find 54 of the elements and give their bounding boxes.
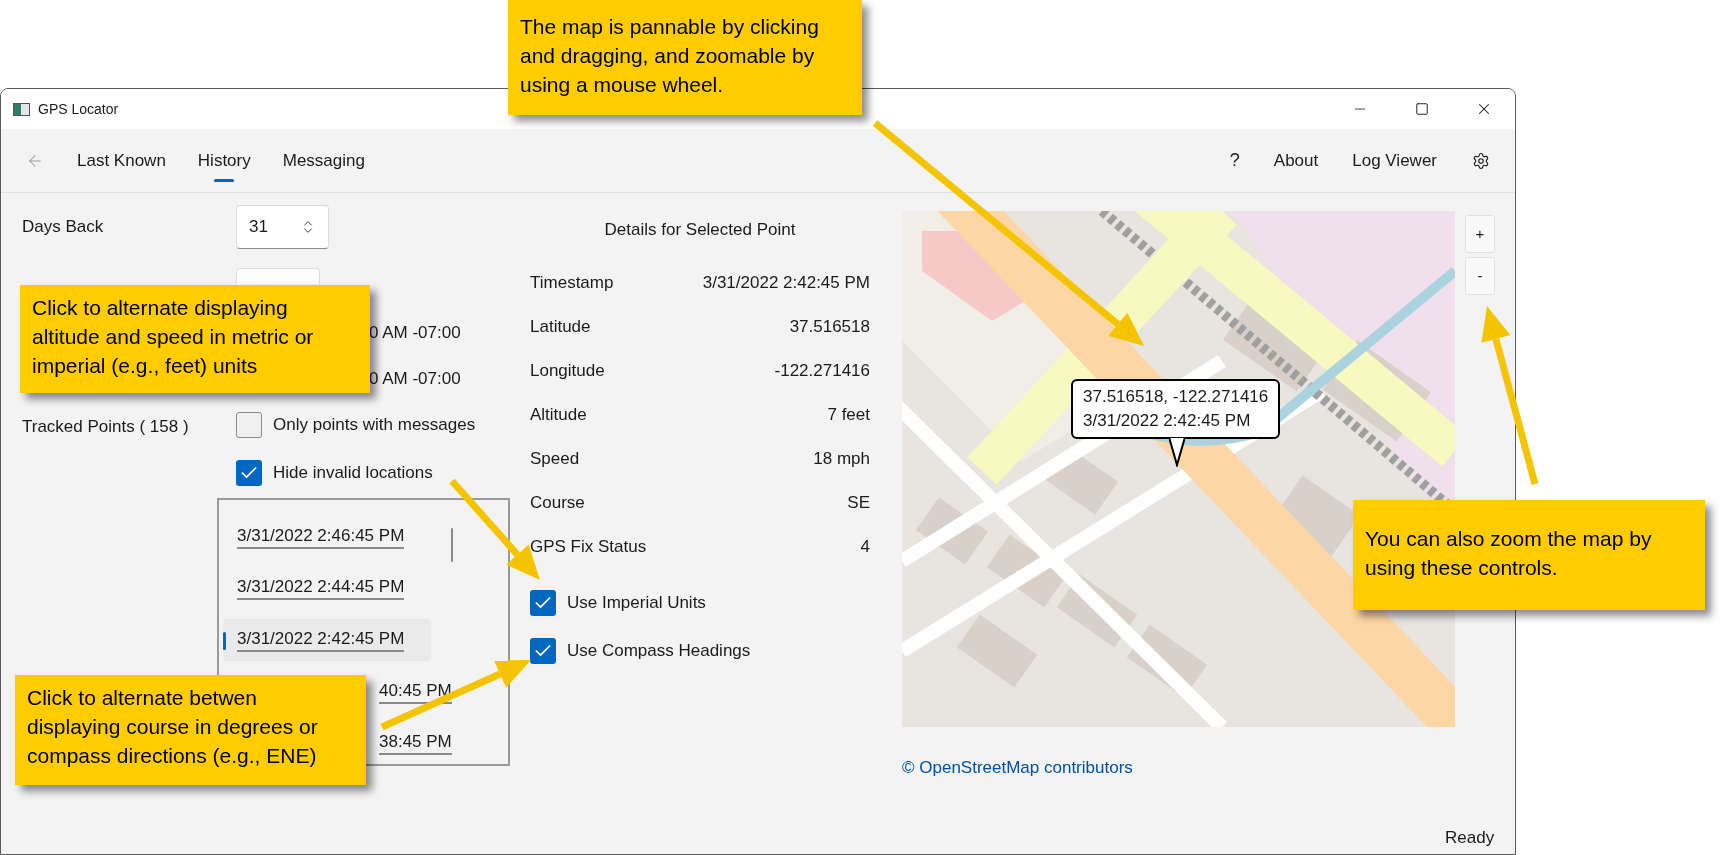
point-item[interactable]: 40:45 PM bbox=[373, 670, 458, 713]
detail-value: SE bbox=[847, 491, 870, 514]
detail-value: 37.516518 bbox=[789, 315, 870, 338]
detail-value: 7 feet bbox=[827, 403, 870, 426]
callout-note: You can also zoom the map by using these controls. bbox=[1353, 500, 1705, 610]
callout-note: The map is pannable by clicking and dragging, and zoomable by using a mouse wheel. bbox=[508, 0, 862, 115]
days-back-spinner[interactable]: 31 bbox=[236, 205, 329, 249]
checkbox[interactable] bbox=[530, 589, 556, 616]
callout-note: Click to alternate betwen displaying course in degrees or compass directions (e.g., ENE) bbox=[15, 675, 366, 785]
settings-icon[interactable] bbox=[1472, 151, 1490, 170]
nav-tab[interactable]: Last Known bbox=[67, 135, 176, 186]
nav-link[interactable]: About bbox=[1263, 140, 1329, 181]
nav-tab[interactable]: History bbox=[187, 135, 261, 186]
detail-label: Longitude bbox=[530, 359, 605, 382]
tooltip-line: 37.516518, -122.271416 bbox=[1083, 386, 1269, 408]
point-item[interactable]: 38:45 PM bbox=[373, 722, 458, 764]
detail-value: 18 mph bbox=[813, 447, 870, 470]
detail-value: -122.271416 bbox=[774, 359, 870, 382]
maximize-icon[interactable] bbox=[1415, 102, 1429, 116]
nav-link[interactable]: Log Viewer bbox=[1342, 140, 1447, 181]
checkbox[interactable] bbox=[530, 637, 556, 664]
days-back-label: Days Back bbox=[22, 216, 105, 239]
point-item[interactable]: 3/31/2022 2:44:45 PM bbox=[223, 567, 431, 610]
map-attribution[interactable]: © OpenStreetMap contributors bbox=[902, 755, 1495, 781]
option-label: Use Compass Headings bbox=[567, 639, 751, 662]
checkbox[interactable] bbox=[236, 460, 262, 486]
detail-label: Timestamp bbox=[530, 271, 614, 294]
filter-label: Only points with messages bbox=[273, 414, 476, 437]
detail-label: Speed bbox=[530, 447, 580, 470]
point-item[interactable]: 3/31/2022 2:46:45 PM bbox=[223, 516, 431, 558]
zoom-button[interactable]: - bbox=[1465, 257, 1495, 295]
date-value: 0 AM -07:00 bbox=[369, 368, 461, 391]
scrollbar[interactable] bbox=[451, 528, 453, 562]
date-value: 0 AM -07:00 bbox=[369, 322, 461, 345]
detail-value: 3/31/2022 2:42:45 PM bbox=[702, 271, 870, 294]
detail-value: 4 bbox=[860, 535, 870, 558]
nav-tab[interactable]: Messaging bbox=[272, 135, 375, 186]
option-label: Use Imperial Units bbox=[567, 591, 706, 614]
app-icon bbox=[13, 102, 30, 116]
checkbox[interactable] bbox=[236, 412, 262, 438]
detail-label: Latitude bbox=[530, 315, 591, 338]
zoom-button[interactable]: + bbox=[1465, 215, 1495, 253]
callout-note: Click to alternate displaying altitude and speed in metric or imperial (e.g., feet) units bbox=[20, 285, 370, 393]
detail-label: GPS Fix Status bbox=[530, 535, 647, 558]
filter-label: Hide invalid locations bbox=[273, 462, 433, 485]
tracked-points-label: Tracked Points ( 158 ) bbox=[22, 416, 190, 438]
detail-label: Course bbox=[530, 491, 585, 514]
tooltip-line: 3/31/2022 2:42:45 PM bbox=[1083, 410, 1252, 432]
details-title: Details for Selected Point bbox=[604, 219, 796, 241]
point-item[interactable]: 3/31/2022 2:42:45 PM bbox=[223, 619, 431, 661]
detail-label: Altitude bbox=[530, 403, 587, 426]
window-title: GPS Locator bbox=[38, 99, 119, 119]
status-text: Ready bbox=[1445, 826, 1495, 849]
help-button[interactable]: ? bbox=[1219, 140, 1250, 181]
